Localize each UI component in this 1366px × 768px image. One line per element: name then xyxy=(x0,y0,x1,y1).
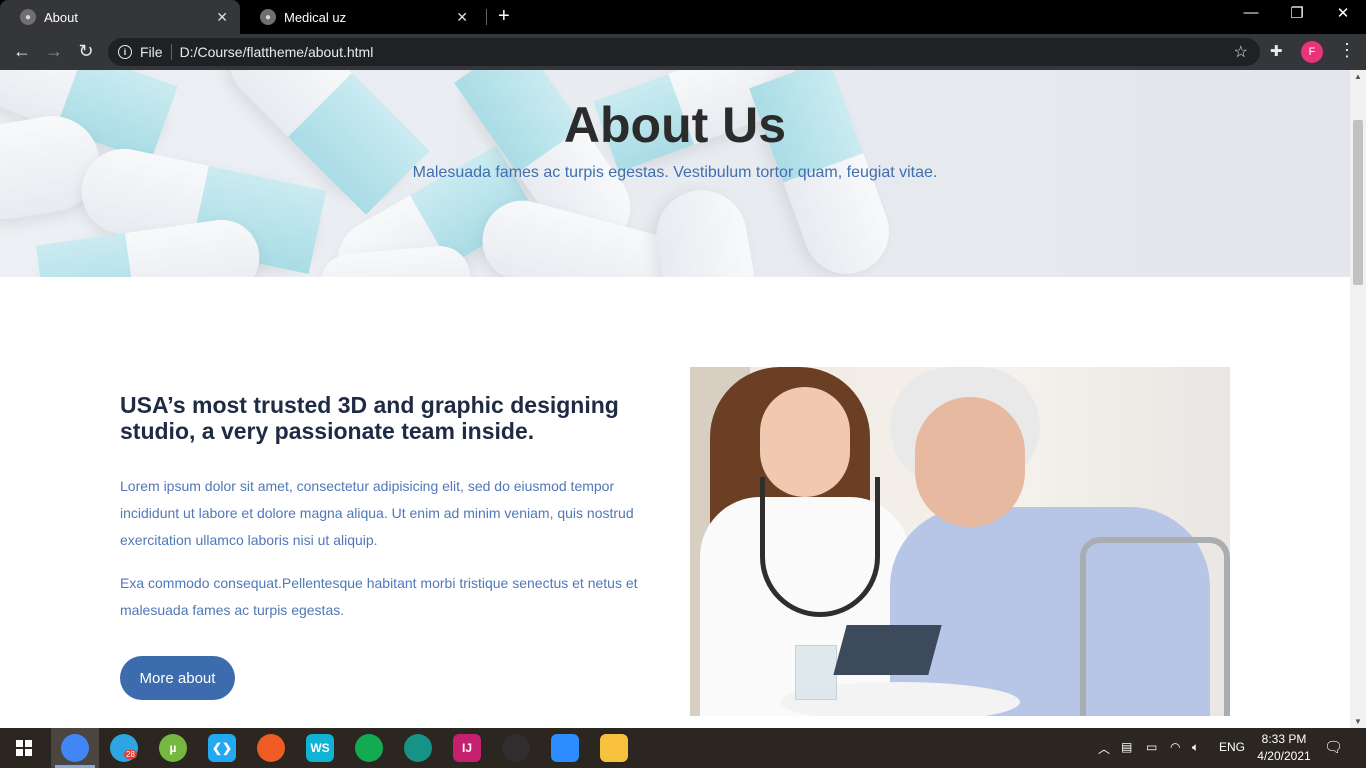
more-about-button[interactable]: More about xyxy=(120,656,235,700)
chrome-icon[interactable] xyxy=(61,734,89,762)
file-explorer-icon[interactable] xyxy=(600,734,628,762)
info-icon[interactable]: i xyxy=(118,45,132,59)
close-window-button[interactable]: ✕ xyxy=(1320,4,1366,22)
page-scrollbar[interactable]: ▲ ▼ xyxy=(1350,70,1366,728)
new-tab-button[interactable]: + xyxy=(498,5,510,28)
close-tab-icon[interactable]: ✕ xyxy=(216,9,228,26)
minimize-button[interactable]: — xyxy=(1228,4,1274,21)
globe-icon: ● xyxy=(20,9,36,25)
clock[interactable]: 8:33 PM 4/20/2021 xyxy=(1252,731,1316,765)
forward-arrow-icon[interactable]: → xyxy=(42,41,66,62)
scheme-label: File xyxy=(140,44,163,60)
tab-divider xyxy=(486,9,487,25)
page-title: About Us xyxy=(563,97,787,153)
postman-icon[interactable] xyxy=(257,734,285,762)
wifi-icon[interactable]: ◠ xyxy=(1170,740,1180,754)
zoom-icon[interactable] xyxy=(551,734,579,762)
profile-avatar[interactable]: F xyxy=(1301,41,1323,63)
scroll-down-icon[interactable]: ▼ xyxy=(1354,717,1362,726)
keyboard-icon[interactable]: ▤ xyxy=(1121,740,1132,754)
windows-taskbar: 28 µ ❮❯ WS IJ ︿ ▤ ▭ ◠ 🔈︎ ENG 8:33 PM 4/20/20… xyxy=(0,728,1366,768)
mongodb-compass-icon[interactable] xyxy=(355,734,383,762)
stethoscope-shape xyxy=(760,477,880,617)
tab-medical-uz[interactable]: ● Medical uz ✕ xyxy=(240,0,480,34)
gitkraken-icon[interactable] xyxy=(404,734,432,762)
tab-title: Medical uz xyxy=(284,9,347,25)
battery-icon[interactable]: ▭ xyxy=(1146,740,1157,754)
about-heading: USA’s most trusted 3D and graphic design… xyxy=(120,392,619,444)
extensions-puzzle-icon[interactable]: ✚ xyxy=(1270,42,1283,60)
close-tab-icon[interactable]: ✕ xyxy=(456,9,468,26)
url-text[interactable]: D:/Course/flattheme/about.html xyxy=(180,44,374,60)
globe-icon: ● xyxy=(260,9,276,25)
volume-icon[interactable]: 🔈︎ xyxy=(1192,740,1199,755)
patient-figure xyxy=(915,397,1025,527)
reload-icon[interactable]: ↻ xyxy=(74,41,98,62)
tray-overflow-icon[interactable]: ︿ xyxy=(1098,740,1110,757)
omnibox-divider xyxy=(170,44,172,60)
glass-shape xyxy=(795,645,837,700)
scrollbar-thumb[interactable] xyxy=(1353,120,1363,285)
browser-tab-strip: ● About ✕ ● Medical uz ✕ + — ❐ ✕ xyxy=(0,0,1366,34)
about-paragraph-2: Exa commodo consequat.Pellentesque habit… xyxy=(120,575,638,618)
clock-date: 4/20/2021 xyxy=(1257,749,1311,763)
windows-start-icon[interactable] xyxy=(16,740,32,756)
webstorm-icon[interactable]: WS xyxy=(306,734,334,762)
hero-banner: About Us Malesuada fames ac turpis egest… xyxy=(0,70,1350,277)
walker-shape xyxy=(1080,537,1230,716)
about-paragraph-1: Lorem ipsum dolor sit amet, consectetur … xyxy=(120,478,634,548)
tab-about[interactable]: ● About ✕ xyxy=(0,0,240,34)
vscode-icon[interactable]: ❮❯ xyxy=(208,734,236,762)
doctor-patient-photo xyxy=(690,367,1230,716)
page-viewport: About Us Malesuada fames ac turpis egest… xyxy=(0,70,1350,728)
hero-subtitle: Malesuada fames ac turpis egestas. Vesti… xyxy=(412,164,938,181)
notifications-icon[interactable]: 🗨︎ xyxy=(1324,738,1343,756)
address-bar[interactable]: i File D:/Course/flattheme/about.html ☆ xyxy=(108,38,1260,66)
obs-icon[interactable] xyxy=(502,734,530,762)
clock-time: 8:33 PM xyxy=(1261,732,1307,746)
utorrent-icon[interactable]: µ xyxy=(159,734,187,762)
bookmark-star-icon[interactable]: ☆ xyxy=(1234,42,1248,62)
clipboard-shape xyxy=(833,625,942,675)
back-arrow-icon[interactable]: ← xyxy=(10,41,34,62)
browser-toolbar: ← → ↻ i File D:/Course/flattheme/about.h… xyxy=(0,34,1366,70)
notification-badge: 28 xyxy=(124,750,137,759)
tab-title: About xyxy=(44,9,78,25)
browser-menu-icon[interactable]: ⋮ xyxy=(1338,40,1356,61)
scroll-up-icon[interactable]: ▲ xyxy=(1354,72,1362,81)
language-indicator[interactable]: ENG xyxy=(1219,740,1245,754)
intellij-icon[interactable]: IJ xyxy=(453,734,481,762)
restore-button[interactable]: ❐ xyxy=(1274,4,1320,22)
